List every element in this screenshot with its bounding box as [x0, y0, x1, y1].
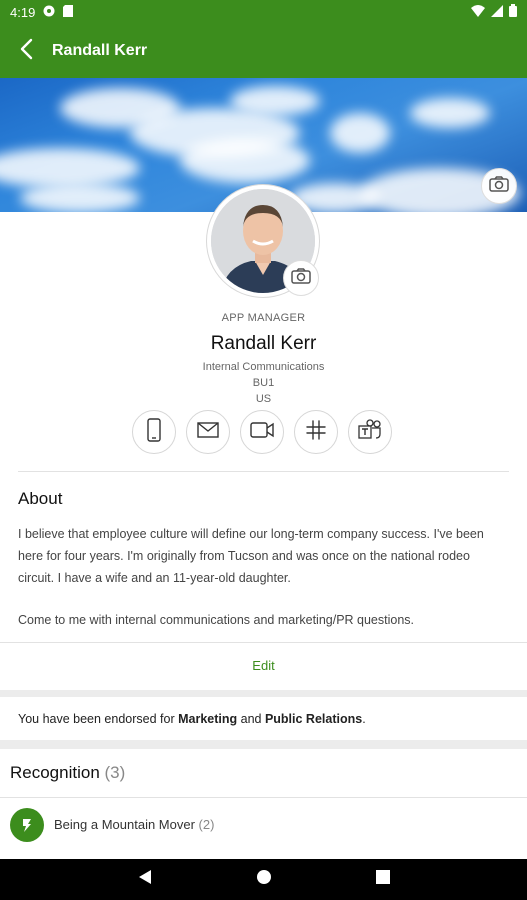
- about-heading: About: [18, 489, 63, 508]
- camera-icon: [489, 175, 509, 197]
- status-time: 4:19: [10, 4, 36, 20]
- email-button[interactable]: [186, 410, 230, 454]
- recognition-item-label: Being a Mountain Mover: [54, 817, 195, 832]
- battery-icon: [509, 4, 517, 20]
- about-line-1: I believe that employee culture will def…: [18, 527, 484, 541]
- teams-button[interactable]: [348, 410, 392, 454]
- signal-icon: [491, 4, 503, 20]
- profile-camera-button[interactable]: [283, 260, 319, 296]
- nav-back-button[interactable]: [133, 868, 157, 892]
- recognition-item-count: (2): [198, 817, 215, 832]
- contact-actions: [132, 410, 392, 454]
- teams-icon: [358, 418, 382, 446]
- home-circle-icon: [256, 869, 272, 890]
- wifi-icon: [471, 4, 485, 20]
- about-line-3: circuit. I have a wife and an 11-year-ol…: [18, 571, 291, 585]
- video-icon: [250, 421, 274, 443]
- endorsement-skill-public-relations[interactable]: Public Relations: [265, 712, 362, 726]
- profile-business-unit: BU1: [252, 377, 275, 389]
- endorsement-prefix: You have been endorsed for: [18, 711, 179, 726]
- mountain-mover-badge-icon: [10, 807, 44, 842]
- recognition-card: Recognition (3) Being a Mountain Mover (…: [0, 749, 527, 859]
- profile-country: US: [255, 393, 272, 405]
- video-call-button[interactable]: [240, 410, 284, 454]
- phone-button[interactable]: [132, 410, 176, 454]
- nav-recents-button[interactable]: [371, 868, 395, 892]
- about-paragraph-2: Come to me with internal communications …: [18, 613, 415, 627]
- recognition-item[interactable]: Being a Mountain Mover (2): [0, 797, 527, 851]
- endorsement-skill-marketing[interactable]: Marketing: [178, 712, 237, 726]
- recognition-count: (3): [104, 763, 126, 782]
- cover-camera-button[interactable]: [481, 168, 517, 204]
- nav-home-button[interactable]: [252, 868, 276, 892]
- app-bar-title: Randall Kerr: [52, 42, 148, 59]
- app-bar: Randall Kerr: [0, 24, 527, 78]
- about-line-2: here for four years. I'm originally from…: [18, 549, 470, 563]
- slack-button[interactable]: [294, 410, 338, 454]
- status-bar: 4:19: [0, 0, 527, 24]
- system-nav-bar: [0, 859, 527, 900]
- profile-role: APP MANAGER: [221, 312, 306, 324]
- profile-department: Internal Communications: [202, 361, 325, 373]
- slack-icon: [305, 419, 327, 446]
- camera-icon: [291, 267, 311, 289]
- back-arrow-icon: [19, 38, 33, 65]
- lastpass-icon: [43, 5, 55, 20]
- divider: [18, 471, 509, 472]
- recents-square-icon: [375, 870, 390, 889]
- endorsement-joiner: and: [237, 711, 265, 726]
- edit-label: Edit: [252, 658, 275, 673]
- back-triangle-icon: [138, 869, 152, 890]
- endorsement-card: You have been endorsed for Marketing and…: [0, 697, 527, 740]
- sd-card-icon: [63, 4, 74, 20]
- recognition-heading: Recognition (3): [10, 763, 125, 783]
- endorsement-suffix: .: [362, 711, 366, 726]
- recognition-title: Recognition: [10, 763, 100, 782]
- profile-name: Randall Kerr: [210, 333, 317, 354]
- phone-icon: [147, 417, 161, 447]
- edit-button[interactable]: Edit: [0, 642, 527, 688]
- mail-icon: [197, 421, 219, 443]
- back-button[interactable]: [0, 24, 52, 78]
